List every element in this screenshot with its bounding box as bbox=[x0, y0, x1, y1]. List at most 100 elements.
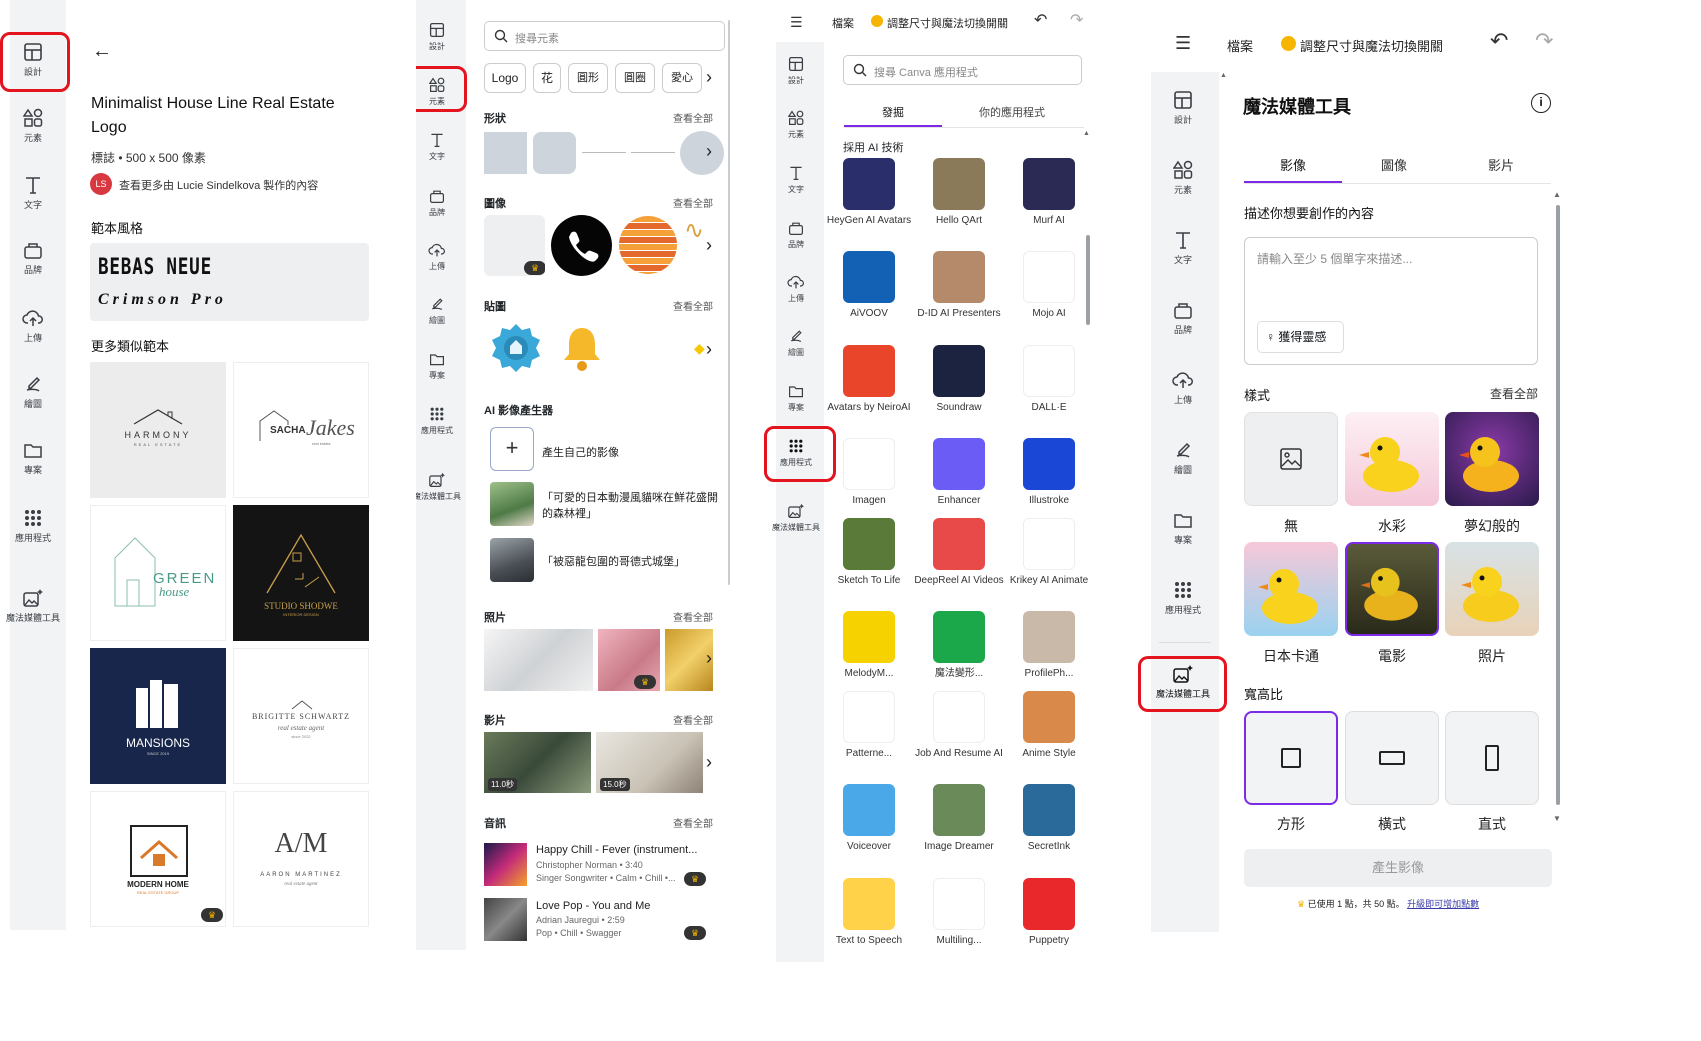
chevron-right-icon[interactable]: › bbox=[706, 235, 712, 256]
style-cinematic[interactable] bbox=[1345, 542, 1439, 636]
aspect-landscape[interactable] bbox=[1345, 711, 1439, 805]
aspect-square[interactable] bbox=[1244, 711, 1338, 805]
video-thumb[interactable]: 15.0秒 bbox=[596, 732, 703, 793]
upgrade-link[interactable]: 升級即可增加點數 bbox=[1407, 899, 1479, 909]
rail-projects[interactable]: 專案 bbox=[416, 351, 458, 381]
rail-upload[interactable]: 上傳 bbox=[1151, 370, 1215, 406]
menu-icon[interactable]: ☰ bbox=[790, 14, 803, 31]
app-icon[interactable] bbox=[1023, 158, 1075, 210]
see-all-link[interactable]: 查看全部 bbox=[656, 110, 713, 125]
app-icon[interactable] bbox=[1023, 438, 1075, 490]
tab-video[interactable]: 影片 bbox=[1452, 155, 1550, 174]
scroll-up-icon[interactable]: ▲ bbox=[1083, 130, 1090, 137]
rail-projects[interactable]: 專案 bbox=[1151, 510, 1215, 546]
rail-apps[interactable]: 應用程式 bbox=[416, 406, 458, 436]
rail-draw[interactable]: 繪圖 bbox=[1151, 440, 1215, 476]
generate-image-button[interactable]: 產生影像 bbox=[1244, 849, 1552, 887]
photo-thumb[interactable] bbox=[484, 629, 593, 691]
rail-brand[interactable]: 品牌 bbox=[416, 188, 458, 218]
style-dreamy[interactable] bbox=[1445, 412, 1539, 506]
ai-thumb-castle[interactable] bbox=[490, 538, 534, 582]
rail-apps[interactable]: 應用程式 bbox=[1151, 580, 1215, 616]
sticker-bell[interactable] bbox=[556, 322, 608, 374]
undo-icon[interactable]: ↶ bbox=[1034, 10, 1047, 30]
chip-flower[interactable]: 花 bbox=[533, 63, 561, 93]
chevron-right-icon[interactable]: › bbox=[706, 648, 712, 669]
generate-own-image-button[interactable]: + bbox=[490, 427, 534, 471]
track-title[interactable]: Love Pop - You and Me bbox=[536, 900, 650, 912]
graphic-blank[interactable]: ♛ bbox=[484, 215, 545, 276]
rail-design[interactable]: 設計 bbox=[1151, 90, 1215, 126]
rail-projects[interactable]: 專案 bbox=[776, 383, 816, 413]
chevron-right-icon[interactable]: › bbox=[706, 141, 712, 162]
video-thumb[interactable]: 11.0秒 bbox=[484, 732, 591, 793]
rail-apps[interactable]: 應用程式 bbox=[10, 508, 56, 544]
track-title[interactable]: Happy Chill - Fever (instrument... bbox=[536, 844, 697, 856]
app-icon[interactable] bbox=[843, 611, 895, 663]
scrollbar[interactable] bbox=[1556, 205, 1560, 805]
shape-square[interactable] bbox=[484, 132, 527, 174]
prompt-textarea[interactable]: 請輸入至少 5 個單字來描述... ♀ 獲得靈感 bbox=[1244, 237, 1538, 365]
resize-menu[interactable]: 調整尺寸與魔法切換開關 bbox=[887, 15, 1008, 31]
scrollbar[interactable] bbox=[728, 20, 730, 585]
rail-design[interactable]: 設計 bbox=[416, 22, 458, 52]
audio-thumb[interactable] bbox=[484, 898, 527, 941]
rail-magic-media[interactable]: 魔法媒體工具 bbox=[4, 588, 62, 624]
app-icon[interactable] bbox=[1023, 518, 1075, 570]
search-input[interactable]: 搜尋元素 bbox=[484, 21, 725, 51]
graphic-partial[interactable]: ∿ bbox=[684, 216, 708, 274]
ai-item-label[interactable]: 產生自己的影像 bbox=[542, 444, 619, 460]
scrollbar[interactable] bbox=[1086, 235, 1090, 325]
template-card[interactable]: A/M AARON MARTINEZ real estate agent bbox=[233, 791, 369, 927]
rail-draw[interactable]: 繪圖 bbox=[416, 296, 458, 326]
inspire-button[interactable]: ♀ 獲得靈感 bbox=[1257, 321, 1344, 353]
file-menu[interactable]: 檔案 bbox=[1227, 36, 1253, 55]
app-icon[interactable] bbox=[843, 345, 895, 397]
rail-draw[interactable]: 繪圖 bbox=[10, 374, 56, 410]
template-card[interactable]: STUDIO SHODWE INTERIOR DESIGN bbox=[233, 505, 369, 641]
aspect-portrait[interactable] bbox=[1445, 711, 1539, 805]
redo-icon[interactable]: ↷ bbox=[1535, 28, 1553, 54]
template-card[interactable]: GREEN house bbox=[90, 505, 226, 641]
rail-elements[interactable]: 元素 bbox=[1151, 160, 1215, 196]
shape-line[interactable] bbox=[582, 152, 626, 153]
rail-magic-media[interactable]: 魔法媒體工具 bbox=[772, 503, 820, 533]
app-icon[interactable] bbox=[933, 691, 985, 743]
collapse-indicator-icon[interactable]: ▲ bbox=[1220, 72, 1227, 79]
app-icon[interactable] bbox=[843, 158, 895, 210]
rail-magic-media[interactable]: 魔法媒體工具 bbox=[416, 472, 462, 502]
rail-brand[interactable]: 品牌 bbox=[10, 240, 56, 276]
ai-thumb-cat[interactable] bbox=[490, 482, 534, 526]
rail-draw[interactable]: 繪圖 bbox=[776, 328, 816, 358]
style-photo[interactable] bbox=[1445, 542, 1539, 636]
see-all-link[interactable]: 查看全部 bbox=[656, 298, 713, 313]
see-all-link[interactable]: 查看全部 bbox=[656, 609, 713, 624]
redo-icon[interactable]: ↷ bbox=[1070, 10, 1083, 30]
app-icon[interactable] bbox=[933, 518, 985, 570]
resize-menu[interactable]: 調整尺寸與魔法切換開關 bbox=[1300, 36, 1443, 55]
font-style-card[interactable]: BEBAS NEUE Crimson Pro bbox=[90, 243, 369, 321]
ai-item-label[interactable]: 「被惡龍包圍的哥德式城堡」 bbox=[542, 553, 685, 569]
graphic-sunset[interactable] bbox=[619, 216, 677, 274]
template-card[interactable]: SACHA Jakes real estate bbox=[233, 362, 369, 498]
app-icon[interactable] bbox=[933, 438, 985, 490]
rail-text[interactable]: 文字 bbox=[10, 175, 56, 211]
photo-thumb[interactable]: ♛ bbox=[598, 629, 660, 691]
see-all-link[interactable]: 查看全部 bbox=[1471, 385, 1538, 402]
template-card[interactable]: MANSIONS SINCE 2019 bbox=[90, 648, 226, 784]
rail-text[interactable]: 文字 bbox=[776, 165, 816, 195]
app-icon[interactable] bbox=[843, 691, 895, 743]
tab-image[interactable]: 影像 bbox=[1244, 155, 1342, 174]
style-watercolor[interactable] bbox=[1345, 412, 1439, 506]
search-input[interactable]: 搜尋 Canva 應用程式 bbox=[843, 55, 1082, 85]
rail-upload[interactable]: 上傳 bbox=[10, 308, 56, 344]
ai-item-label[interactable]: 「可愛的日本動漫風貓咪在鮮花盛開的森林裡」 bbox=[542, 490, 718, 522]
scroll-down-icon[interactable]: ▼ bbox=[1553, 814, 1561, 823]
rail-upload[interactable]: 上傳 bbox=[776, 274, 816, 304]
template-card[interactable]: MODERN HOME REAL ESTATE GROUP ♛ bbox=[90, 791, 226, 927]
see-all-link[interactable]: 查看全部 bbox=[656, 712, 713, 727]
sticker-star[interactable]: ◆ bbox=[694, 340, 706, 356]
tab-graphic[interactable]: 圖像 bbox=[1345, 155, 1443, 174]
audio-thumb[interactable] bbox=[484, 843, 527, 886]
app-icon[interactable] bbox=[933, 878, 985, 930]
